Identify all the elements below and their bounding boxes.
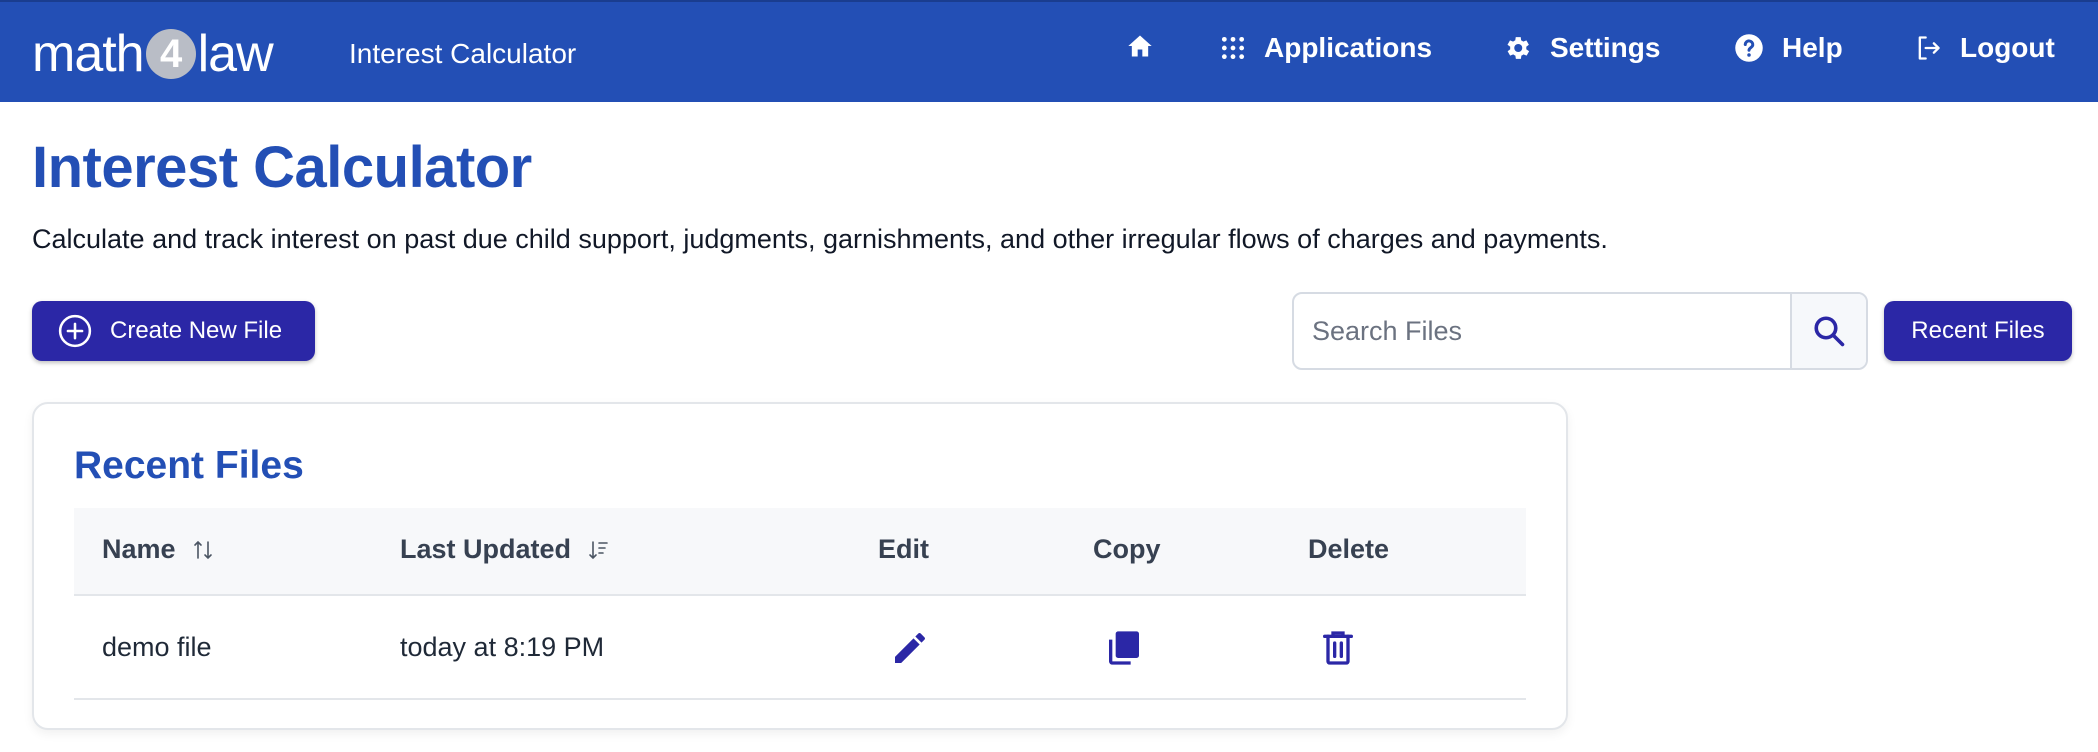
- gear-icon: [1507, 37, 1530, 59]
- column-header-name-label: Name: [102, 534, 176, 564]
- top-nav-bar: math 4 law Interest Calculator Applicati…: [0, 0, 2098, 102]
- nav-help-label: Help: [1782, 32, 1843, 63]
- nav-settings[interactable]: Settings: [1502, 32, 1660, 64]
- file-name-cell[interactable]: demo file: [102, 632, 212, 663]
- column-header-copy: Copy: [1093, 534, 1161, 564]
- nav-logout[interactable]: Logout: [1914, 32, 2055, 64]
- search-files-input[interactable]: [1294, 294, 1790, 368]
- page-subtitle: Calculate and track interest on past due…: [32, 224, 1608, 254]
- logo-text-law: law: [197, 25, 274, 83]
- column-header-delete: Delete: [1308, 534, 1390, 564]
- nav-applications[interactable]: Applications: [1220, 32, 1432, 64]
- table-header: Name Last Updated Edit Copy Delete: [74, 508, 1526, 596]
- math4law-logo[interactable]: math 4 law: [32, 25, 274, 83]
- home-icon: [1128, 35, 1152, 57]
- copy-icon: [1109, 631, 1139, 665]
- question-circle-icon: [1735, 34, 1763, 62]
- nav-logout-label: Logout: [1960, 32, 2055, 63]
- logout-icon: [1918, 36, 1940, 60]
- column-header-edit: Edit: [878, 534, 929, 564]
- column-header-name[interactable]: Name: [102, 534, 214, 565]
- logo-text-math: math: [32, 25, 145, 83]
- sort-descending-icon: [589, 540, 608, 559]
- column-header-last-updated-label: Last Updated: [400, 534, 572, 564]
- pencil-icon: [895, 633, 925, 663]
- sort-icon: [193, 540, 212, 559]
- copy-button[interactable]: [1100, 624, 1148, 672]
- column-header-last-updated[interactable]: Last Updated: [400, 534, 609, 565]
- grid-dots-icon: [1221, 36, 1245, 60]
- delete-button[interactable]: [1314, 624, 1362, 672]
- plus-circle-icon: [58, 314, 92, 348]
- create-new-file-label: Create New File: [110, 317, 283, 344]
- create-new-file-button[interactable]: Create New File: [32, 301, 315, 361]
- logo-four-badge: 4: [145, 29, 196, 79]
- recent-files-button[interactable]: Recent Files: [1884, 301, 2072, 361]
- last-updated-cell: today at 8:19 PM: [400, 632, 605, 662]
- recent-files-title: Recent Files: [74, 444, 304, 487]
- recent-files-card: Recent Files Name Last Updated Edit Copy…: [32, 402, 1568, 730]
- nav-home[interactable]: [1126, 32, 1154, 60]
- search-files-box: [1292, 292, 1868, 370]
- search-button[interactable]: [1790, 294, 1866, 368]
- nav-applications-label: Applications: [1264, 32, 1433, 63]
- page-title: Interest Calculator: [32, 135, 532, 200]
- table-row: demo file today at 8:19 PM: [74, 596, 1526, 700]
- nav-settings-label: Settings: [1550, 32, 1661, 63]
- app-title: Interest Calculator: [349, 38, 577, 69]
- nav-help[interactable]: Help: [1734, 32, 1843, 64]
- search-icon: [1814, 316, 1845, 347]
- recent-files-button-label: Recent Files: [1911, 317, 2045, 344]
- trash-icon: [1323, 631, 1353, 665]
- edit-button[interactable]: [886, 624, 934, 672]
